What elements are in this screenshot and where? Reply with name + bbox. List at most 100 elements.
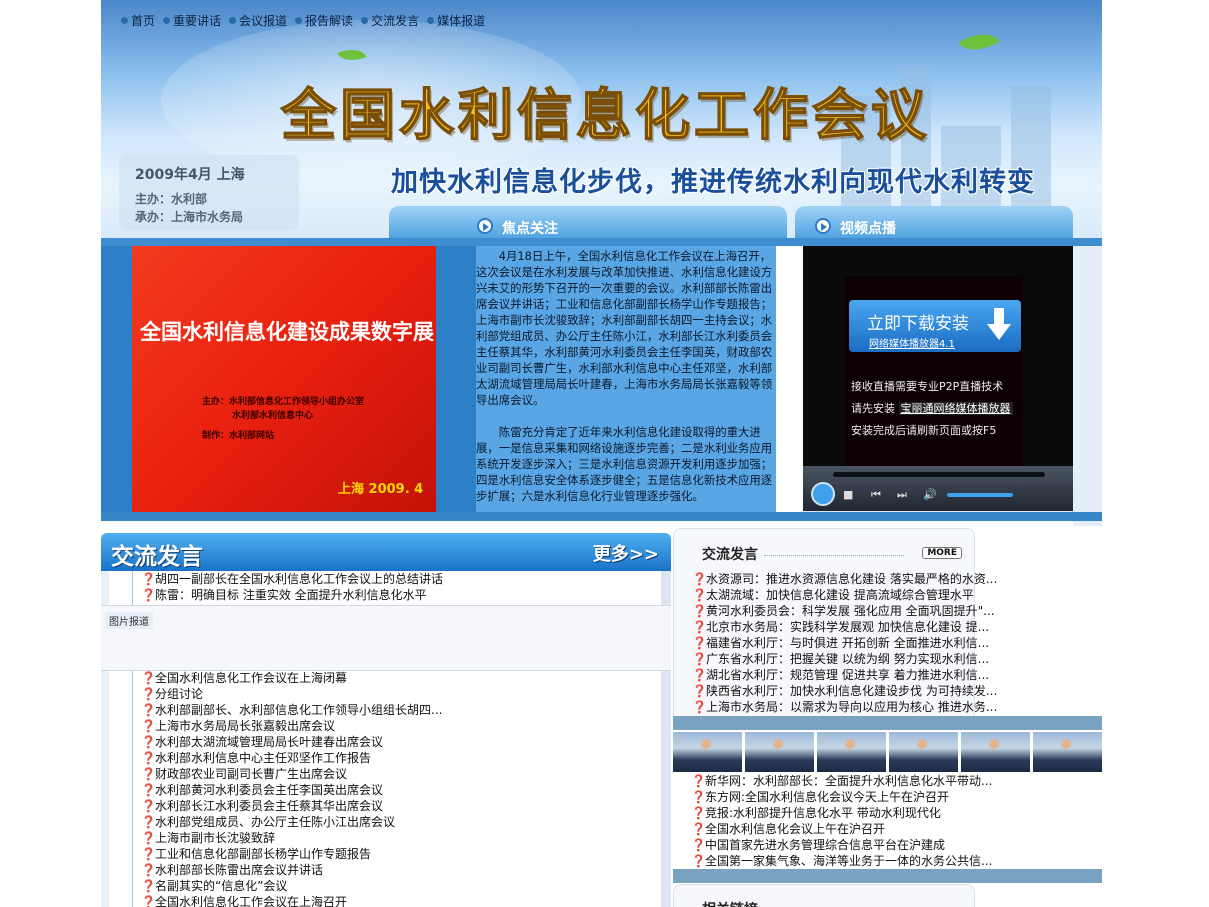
list-item[interactable]: ❓陕西省水利厅：加快水利信息化建设步伐 为可持续发... <box>692 683 997 699</box>
nav-item-speeches[interactable]: 重要讲话 <box>163 10 227 30</box>
focus-article: 4月18日上午，全国水利信息化工作会议在上海召开，这次会议是在水利发展与改革加快… <box>476 246 776 520</box>
bullet-icon: ❓ <box>691 822 706 836</box>
volume-icon[interactable]: 🔊 <box>923 488 937 501</box>
bullet-icon: ❓ <box>141 799 156 813</box>
meeting-photo[interactable] <box>1033 732 1102 772</box>
bullet-icon: ❓ <box>692 588 707 602</box>
bullet-icon: ❓ <box>691 774 706 788</box>
list-item[interactable]: ❓水利部太湖流域管理局局长叶建春出席会议 <box>141 734 442 750</box>
panel-heading: 交流发言 <box>702 547 758 563</box>
list-item[interactable]: ❓水利部部长陈雷出席会议并讲话 <box>141 862 442 878</box>
slogan: 加快水利信息化步伐，推进传统水利向现代水利转变 <box>391 167 1035 198</box>
list-item[interactable]: ❓福建省水利厅：与时俱进 开拓创新 全面推进水利信... <box>692 635 997 651</box>
banner-title: 全国水利信息化建设成果数字展 <box>140 320 434 344</box>
previous-icon[interactable]: ⏮ <box>871 488 881 502</box>
list-item[interactable]: ❓水资源司：推进水资源信息化建设 落实最严格的水资... <box>692 571 997 587</box>
banner-frame: 全国水利信息化建设成果数字展 主办：水利部信息化工作领导小组办公室 水利部水利信… <box>101 246 476 520</box>
report-list: ❓全国水利信息化工作会议在上海闭幕 ❓分组讨论 ❓水利部副部长、水利部信息化工作… <box>141 670 442 907</box>
list-item[interactable]: ❓财政部农业司副司长曹广生出席会议 <box>141 766 442 782</box>
panel-separator <box>673 716 1102 730</box>
list-item[interactable]: ❓水利部黄河水利委员会主任李国英出席会议 <box>141 782 442 798</box>
list-item[interactable]: ❓中国首家先进水务管理综合信息平台在沪建成 <box>691 837 992 853</box>
list-item[interactable]: ❓太湖流域：加快信息化建设 提高流域综合管理水平 <box>692 587 997 603</box>
player-link[interactable]: 宝丽通网络媒体播放器 <box>898 402 1013 415</box>
list-item[interactable]: ❓竞报:水利部提升信息化水平 带动水利现代化 <box>691 805 992 821</box>
bullet-icon: ❓ <box>141 719 156 733</box>
bullet-icon: ❓ <box>692 620 707 634</box>
meeting-photo[interactable] <box>817 732 886 772</box>
seek-bar[interactable] <box>833 472 1045 477</box>
stop-icon[interactable]: ■ <box>843 488 853 501</box>
left-margin <box>0 0 101 907</box>
meeting-photo[interactable] <box>673 732 742 772</box>
nav-item-home[interactable]: 首页 <box>121 10 161 30</box>
more-button[interactable]: MORE <box>922 547 962 559</box>
list-item[interactable]: ❓全国第一家集气象、海洋等业务于一体的水务公共信... <box>691 853 992 869</box>
list-item[interactable]: ❓全国水利信息化会议上午在沪召开 <box>691 821 992 837</box>
header-divider <box>101 238 1102 246</box>
bullet-icon: ❓ <box>141 671 156 685</box>
meeting-photo[interactable] <box>889 732 958 772</box>
banner-date: 上海 2009. 4 <box>338 482 424 497</box>
bullet-icon: ❓ <box>692 684 707 698</box>
list-item[interactable]: ❓水利部水利信息中心主任邓坚作工作报告 <box>141 750 442 766</box>
exchange-section-header: 交流发言 更多>> <box>101 533 671 571</box>
play-pause-button[interactable] <box>811 482 835 506</box>
bullet-icon: ❓ <box>692 572 707 586</box>
list-item[interactable]: ❓工业和信息化部副部长杨学山作专题报告 <box>141 846 442 862</box>
list-item[interactable]: ❓水利部党组成员、办公厅主任陈小江出席会议 <box>141 814 442 830</box>
list-item[interactable]: ❓湖北省水利厅：规范管理 促进共享 着力推进水利信... <box>692 667 997 683</box>
list-item[interactable]: ❓新华网：水利部部长：全面提升水利信息化水平带动... <box>691 773 992 789</box>
list-item[interactable]: ❓名副其实的“信息化”会议 <box>141 878 442 894</box>
bullet-icon: ❓ <box>141 815 156 829</box>
list-item[interactable]: ❓上海市水务局：以需求为导向以应用为核心 推进水务... <box>692 699 997 715</box>
download-player-button[interactable]: 立即下载安装 网络媒体播放器4.1 <box>849 300 1021 352</box>
nav-item-media[interactable]: 媒体报道 <box>427 10 491 30</box>
meeting-photo[interactable] <box>961 732 1030 772</box>
nav-item-reports[interactable]: 会议报道 <box>229 10 293 30</box>
banner-maker: 制作：水利部网站 <box>202 431 275 441</box>
exchange-list: ❓胡四一副部长在全国水利信息化工作会议上的总结讲话 ❓陈雷：明确目标 注重实效 … <box>141 571 443 603</box>
meeting-photo[interactable] <box>745 732 814 772</box>
list-item[interactable]: ❓水利部长江水利委员会主任蔡其华出席会议 <box>141 798 442 814</box>
list-item[interactable]: ❓陈雷：明确目标 注重实效 全面提升水利信息化水平 <box>141 587 443 603</box>
meeting-info: 2009年4月 上海 主办：水利部 承办：上海市水务局 <box>119 155 299 231</box>
bullet-icon: ❓ <box>141 783 156 797</box>
exchange-panel: 交流发言 MORE ❓水资源司：推进水资源信息化建设 落实最严格的水资... ❓… <box>673 528 997 720</box>
list-item[interactable]: ❓北京市水务局：实践科学发展观 加快信息化建设 提... <box>692 619 997 635</box>
bullet-icon: ❓ <box>691 806 706 820</box>
list-item[interactable]: ❓东方网:全国水利信息化会议今天上午在沪召开 <box>691 789 992 805</box>
exhibition-banner[interactable]: 全国水利信息化建设成果数字展 主办：水利部信息化工作领导小组办公室 水利部水利信… <box>132 246 436 512</box>
arrow-circle-icon <box>815 218 831 234</box>
list-item[interactable]: ❓分组讨论 <box>141 686 442 702</box>
list-item[interactable]: ❓广东省水利厅：把握关键 以统为纲 努力实现水利信... <box>692 651 997 667</box>
list-item[interactable]: ❓全国水利信息化工作会议在上海召开 <box>141 894 442 907</box>
bullet-icon: ❓ <box>141 588 156 602</box>
leaf-icon <box>958 24 1000 60</box>
player-controls: ■ ⏮ ⏭ 🔊 <box>803 466 1073 512</box>
related-links-panel: 相关链接 <box>673 884 975 907</box>
list-item[interactable]: ❓全国水利信息化工作会议在上海闭幕 <box>141 670 442 686</box>
next-icon[interactable]: ⏭ <box>897 488 907 502</box>
bullet-icon: ❓ <box>141 847 156 861</box>
photo-report-tab[interactable]: 图片报道 <box>105 612 153 629</box>
bullet-icon: ❓ <box>141 687 156 701</box>
nav-item-exchange[interactable]: 交流发言 <box>361 10 425 30</box>
article-paragraph: 4月18日上午，全国水利信息化工作会议在上海召开，这次会议是在水利发展与改革加快… <box>476 249 773 407</box>
volume-slider[interactable] <box>947 493 1013 497</box>
list-item[interactable]: ❓胡四一副部长在全国水利信息化工作会议上的总结讲话 <box>141 571 443 587</box>
article-paragraph: 陈雷充分肯定了近年来水利信息化建设取得的重大进展，一是信息采集和网络设施逐步完善… <box>476 425 773 503</box>
bullet-icon: ❓ <box>141 879 156 893</box>
list-item[interactable]: ❓上海市水务局局长张嘉毅出席会议 <box>141 718 442 734</box>
list-item[interactable]: ❓上海市副市长沈骏致辞 <box>141 830 442 846</box>
nav-bullet-icon <box>361 16 369 24</box>
bullet-icon: ❓ <box>141 572 156 586</box>
list-item[interactable]: ❓水利部副部长、水利部信息化工作领导小组组长胡四... <box>141 702 442 718</box>
exchange-more-link[interactable]: 更多>> <box>593 540 659 566</box>
list-item[interactable]: ❓黄河水利委员会：科学发展 强化应用 全面巩固提升"... <box>692 603 997 619</box>
nav-bullet-icon <box>295 16 303 24</box>
panel-separator <box>673 869 1102 883</box>
meeting-date: 2009年4月 上海 <box>135 167 245 183</box>
exchange-panel-list: ❓水资源司：推进水资源信息化建设 落实最严格的水资... ❓太湖流域：加快信息化… <box>692 571 997 715</box>
nav-item-analysis[interactable]: 报告解读 <box>295 10 359 30</box>
